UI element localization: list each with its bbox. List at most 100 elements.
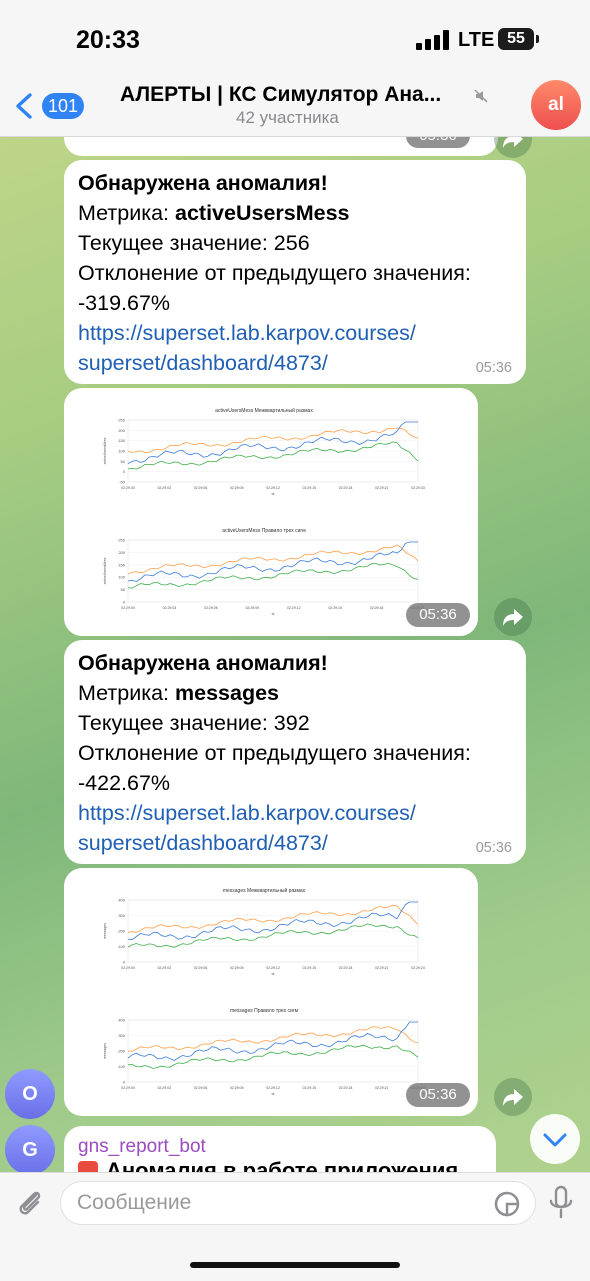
chart-image-message[interactable]: activeUsersMess Межквартильный размах 250… [64,388,478,636]
message-heading: Обнаружена аномалия! [78,171,328,195]
y-tick-label: 400 [118,1018,125,1023]
metric-value: messages [175,681,279,705]
sender-avatar[interactable]: G [5,1125,55,1175]
image-time: 05:36 [406,1083,470,1107]
y-axis-label: messages [103,923,107,939]
y-tick-label: 200 [118,1049,125,1054]
forward-button[interactable] [494,598,532,636]
x-tick-label: 02:29:03 [157,486,171,490]
dashboard-link-cont[interactable]: superset/dashboard/4873/ [78,828,328,858]
deviation-value: -422.67% [78,771,171,795]
x-tick-label: 02:29:12 [287,606,301,610]
back-button[interactable]: 101 [10,88,90,124]
home-indicator [190,1262,400,1268]
dashboard-link[interactable]: https://superset.lab.karpov.courses/ [78,798,416,828]
x-tick-label: 02:29:15 [302,486,316,490]
x-tick-label: 02:29:18 [339,486,353,490]
x-tick-label: 02:29:03 [163,606,177,610]
metric-label: Метрика: [78,201,175,225]
chart-panel: activeUsersMess Правило трех сигм 250 200 1… [103,528,425,616]
x-tick-label: 02:29:12 [266,486,280,490]
x-tick-label: 02:29:30 [121,486,135,490]
y-tick-label: 50 [121,587,126,592]
scroll-down-button[interactable] [530,1114,580,1164]
y-tick-label: 200 [118,428,125,433]
x-tick-label: 02:29:21 [375,486,389,490]
y-axis-label: messages [103,1043,107,1059]
y-tick-label: 200 [118,929,125,934]
x-tick-label: 02:29:09 [230,486,244,490]
message-bubble[interactable]: Обнаружена аномалия! Метрика: activeUser… [64,160,526,384]
x-tick-label: 02:29:06 [194,486,208,490]
chat-title[interactable]: АЛЕРТЫ | КС Симулятор Ана... [120,83,441,107]
message-heading: Обнаружена аномалия! [78,651,328,675]
message-bubble[interactable]: Обнаружена аномалия! Метрика: messages Т… [64,640,526,864]
paperclip-icon[interactable] [12,1185,48,1221]
forward-button[interactable] [494,1078,532,1116]
metric-label: Метрика: [78,681,175,705]
message-input[interactable]: Сообщение [60,1181,536,1225]
current-value: Текущее значение: 392 [78,711,310,735]
y-tick-label: 300 [118,1033,125,1038]
sender-name[interactable]: gns_report_bot [78,1136,206,1158]
x-axis-label: ts [272,1092,275,1096]
forward-icon [503,609,523,626]
y-tick-label: 50 [121,459,126,464]
deviation-value: -319.67% [78,291,171,315]
chart-image-message[interactable]: messages Межквартильный размах 400 300 200 1… [64,868,478,1116]
y-tick-label: 150 [118,438,125,443]
y-tick-label: 100 [118,575,125,580]
unread-count-badge: 101 [42,93,85,119]
deviation-label: Отклонение от предыдущего значения: [78,741,471,765]
chat-avatar[interactable]: al [531,80,581,130]
x-tick-label: 02:29:15 [328,606,342,610]
x-tick-label: 02:29:15 [302,1086,316,1090]
y-tick-label: 100 [118,1064,125,1069]
y-axis-label: activeUsersMess [103,557,107,584]
x-tick-label: 02:29:33 [411,486,425,490]
x-tick-label: 02:29:06 [194,966,208,970]
x-tick-label: 02:29:09 [230,1086,244,1090]
chart-title: activeUsersMess Правило трех сигм [222,528,306,534]
x-axis-label: ts [272,612,275,616]
dashboard-link[interactable]: https://superset.lab.karpov.courses/ [78,318,416,348]
x-tick-label: 02:29:15 [302,966,316,970]
x-tick-label: 02:29:24 [411,966,425,970]
y-tick-label: 250 [118,538,125,543]
x-tick-label: 02:29:09 [230,966,244,970]
metric-line: Метрика: activeUsersMess [78,198,350,228]
x-tick-label: 02:29:00 [121,966,135,970]
chart-panel: messages Правило трех сигм40030020010000… [103,1008,425,1096]
microphone-icon[interactable] [546,1185,576,1221]
y-tick-label: 250 [118,418,125,423]
chevron-left-icon [16,93,32,119]
y-axis-label: activeUsersMess [103,437,107,464]
x-tick-label: 02:29:06 [204,606,218,610]
metric-value: activeUsersMess [175,201,350,225]
metric-line: Метрика: messages [78,678,279,708]
x-tick-label: 02:29:12 [266,1086,280,1090]
battery-icon: 55 [498,28,539,50]
dashboard-link-cont[interactable]: superset/dashboard/4873/ [78,348,328,378]
message-time: 05:36 [475,840,512,856]
member-count: 42 участника [236,108,339,127]
x-tick-label: 02:29:18 [339,1086,353,1090]
status-bar: 20:33 LTE 55 [0,0,590,80]
sender-avatar[interactable]: O [5,1069,55,1119]
x-tick-label: 02:29:00 [121,606,135,610]
sticker-icon[interactable] [493,1190,521,1218]
x-tick-label: 02:29:03 [157,1086,171,1090]
y-tick-label: 100 [118,944,125,949]
y-tick-label: -50 [119,480,126,485]
y-tick-label: 400 [118,898,125,903]
chart-panel: activeUsersMess Межквартильный размах 250… [103,407,425,496]
chat-header: 101 АЛЕРТЫ | КС Симулятор Ана... 42 учас… [0,80,590,137]
current-value: Текущее значение: 256 [78,231,310,255]
y-tick-label: 0 [123,960,126,965]
signal-icon [416,30,449,50]
y-tick-label: 300 [118,913,125,918]
y-tick-label: 0 [123,600,126,605]
y-tick-label: 200 [118,550,125,555]
message-input-placeholder: Сообщение [77,1191,192,1214]
chart-title: activeUsersMess Межквартильный размах [215,407,313,414]
